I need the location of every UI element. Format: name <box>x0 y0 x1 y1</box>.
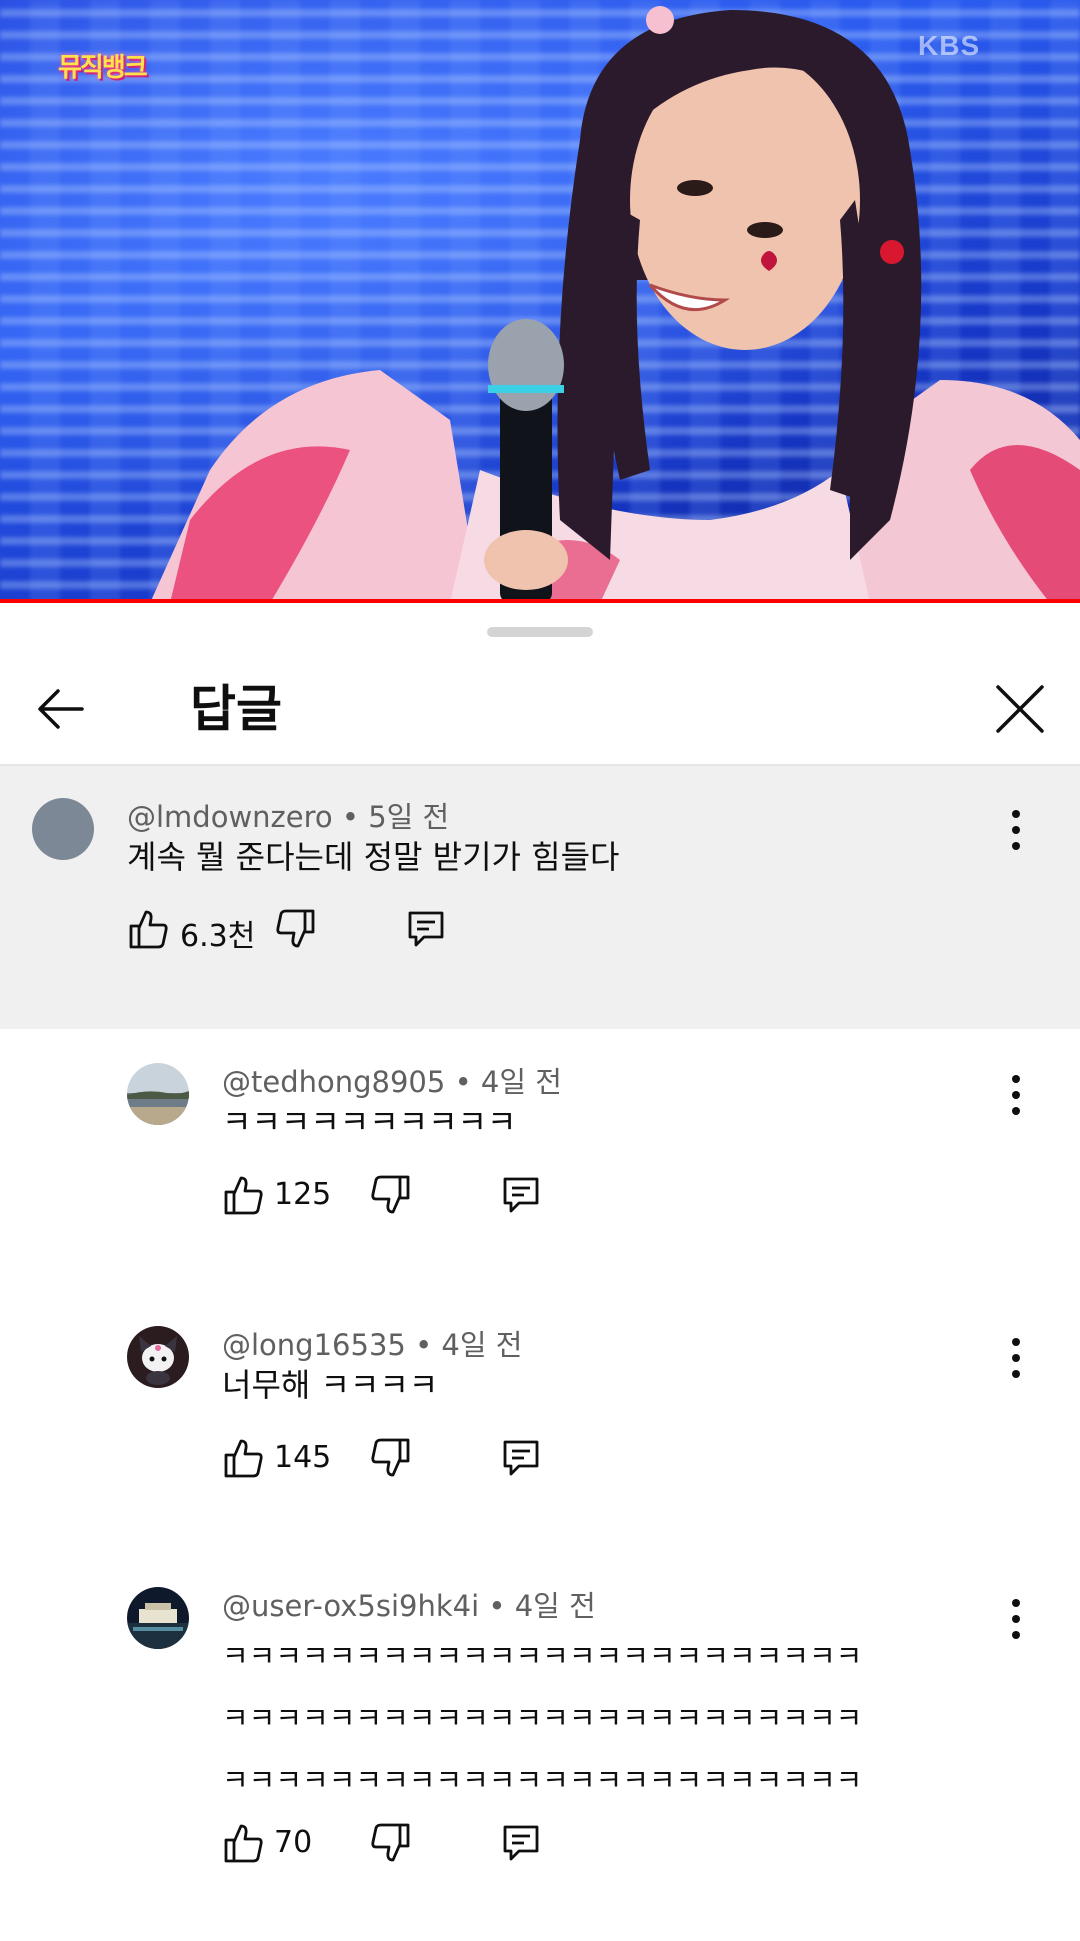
reply-comment: @long16535 • 4일 전 너무해 ㅋㅋㅋㅋ 145 <box>0 1292 1080 1553</box>
comment-text: 너무해 ㅋㅋㅋㅋ <box>222 1366 439 1404</box>
meta-separator: • <box>488 1589 506 1623</box>
avatar[interactable] <box>127 1326 189 1388</box>
drag-handle[interactable] <box>487 627 593 637</box>
comment-text: ㅋㅋㅋㅋㅋㅋㅋㅋㅋㅋㅋㅋㅋㅋㅋㅋㅋㅋㅋㅋㅋㅋㅋㅋ ㅋㅋㅋㅋㅋㅋㅋㅋㅋㅋㅋㅋㅋㅋㅋ… <box>222 1639 863 1797</box>
close-icon[interactable] <box>988 677 1052 741</box>
video-player[interactable]: 뮤직뱅크 KBS <box>0 0 1080 603</box>
comment-text: 계속 뭘 준다는데 정말 받기가 힘들다 <box>127 838 620 876</box>
thumb-up-icon[interactable] <box>127 907 171 951</box>
reply-icon[interactable] <box>499 1821 543 1865</box>
avatar[interactable] <box>127 1587 189 1649</box>
thumb-down-icon[interactable] <box>273 907 317 951</box>
thumb-up-icon[interactable] <box>222 1821 266 1865</box>
like-count: 70 <box>274 1825 313 1860</box>
thumb-down-icon[interactable] <box>368 1436 412 1480</box>
thumb-up-icon[interactable] <box>222 1436 266 1480</box>
sheet-title: 답글 <box>190 680 282 738</box>
reply-comment: @tedhong8905 • 4일 전 ㅋㅋㅋㅋㅋㅋㅋㅋㅋㅋ 125 <box>0 1029 1080 1292</box>
more-vert-icon[interactable] <box>996 1591 1036 1647</box>
parent-comment: @lmdownzero • 5일 전 계속 뭘 준다는데 정말 받기가 힘들다 … <box>0 766 1080 1029</box>
replies-sheet: 답글 @lmdownzero • 5일 전 계속 뭘 준다는데 정말 받기가 힘… <box>0 603 1080 1941</box>
comment-author[interactable]: @user-ox5si9hk4i <box>222 1589 479 1623</box>
reply-icon[interactable] <box>404 907 448 951</box>
like-count: 125 <box>274 1177 332 1212</box>
avatar[interactable] <box>32 798 94 860</box>
more-vert-icon[interactable] <box>996 1067 1036 1123</box>
comment-time: 4일 전 <box>514 1589 596 1623</box>
thumb-down-icon[interactable] <box>368 1173 412 1217</box>
like-count: 6.3천 <box>180 919 256 954</box>
thumb-up-icon[interactable] <box>222 1173 266 1217</box>
reply-icon[interactable] <box>499 1173 543 1217</box>
comment-meta: @user-ox5si9hk4i • 4일 전 <box>222 1583 596 1625</box>
like-count: 145 <box>274 1440 332 1475</box>
more-vert-icon[interactable] <box>996 802 1036 858</box>
avatar[interactable] <box>127 1063 189 1125</box>
comment-text: ㅋㅋㅋㅋㅋㅋㅋㅋㅋㅋ <box>222 1103 517 1141</box>
more-vert-icon[interactable] <box>996 1330 1036 1386</box>
sheet-header: 답글 <box>0 653 1080 765</box>
thumb-down-icon[interactable] <box>368 1821 412 1865</box>
reply-icon[interactable] <box>499 1436 543 1480</box>
back-arrow-icon[interactable] <box>30 677 94 741</box>
reply-comment: @user-ox5si9hk4i • 4일 전 ㅋㅋㅋㅋㅋㅋㅋㅋㅋㅋㅋㅋㅋㅋㅋㅋ… <box>0 1553 1080 1941</box>
singer-image <box>150 6 1080 603</box>
